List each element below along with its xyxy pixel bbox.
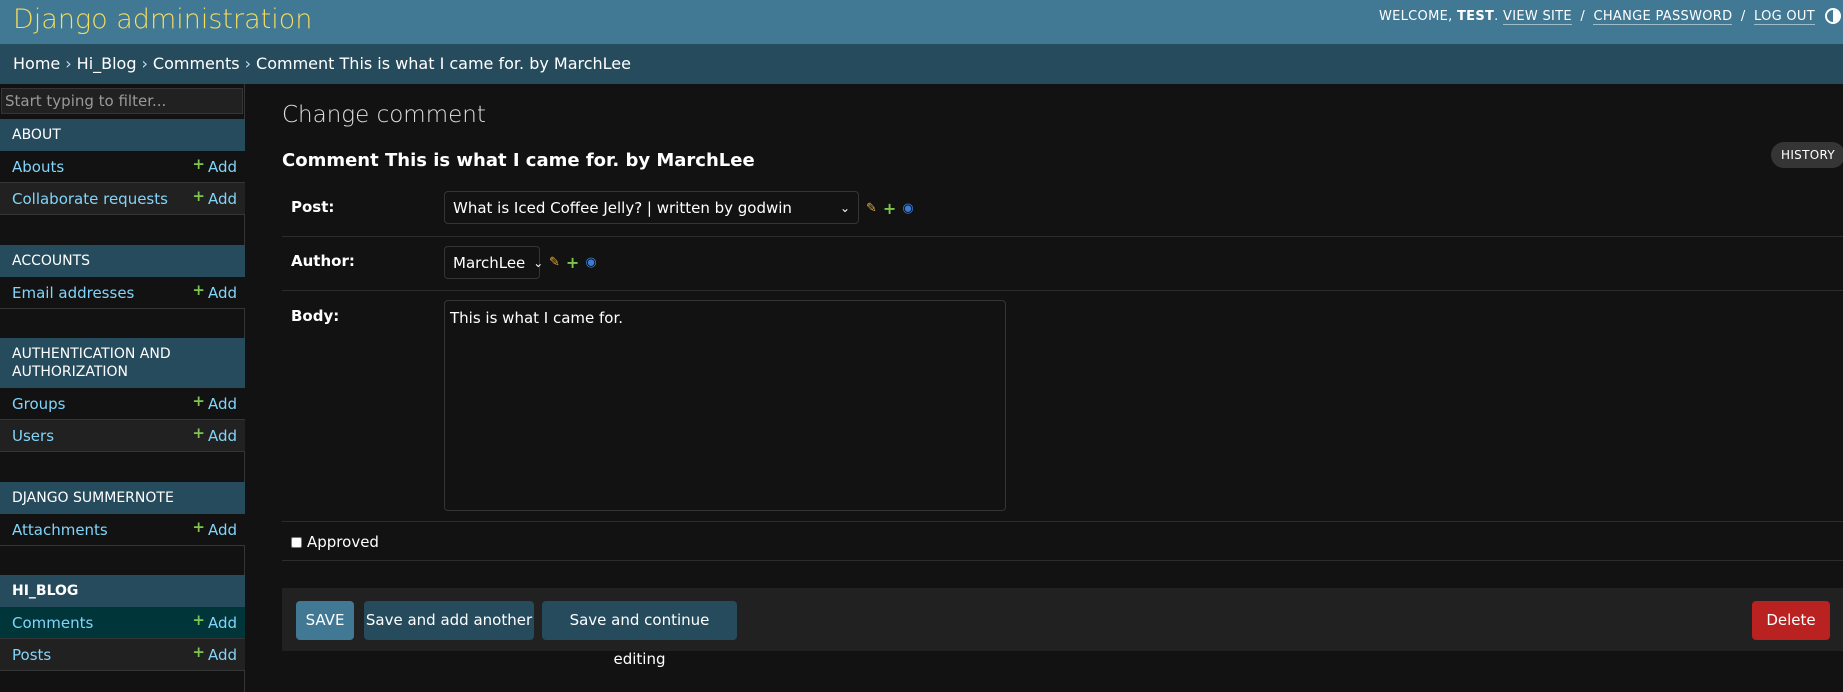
app-caption-hi-blog[interactable]: Hi_Blog: [0, 575, 245, 607]
app-caption-accounts[interactable]: Accounts: [0, 245, 245, 277]
breadcrumb-separator: ›: [141, 54, 148, 73]
add-link[interactable]: + Add: [192, 155, 237, 176]
breadcrumb-separator: ›: [244, 54, 252, 73]
add-link[interactable]: + Add: [192, 424, 237, 445]
body-label: Body:: [291, 307, 340, 325]
eye-icon[interactable]: ◉: [902, 201, 913, 216]
pencil-icon[interactable]: ✎: [866, 201, 877, 216]
add-label: Add: [207, 190, 237, 208]
add-label: Add: [207, 427, 237, 445]
add-icon: +: [192, 611, 205, 629]
add-icon: +: [192, 392, 205, 410]
approved-field: Approved: [291, 533, 379, 551]
sidebar-item-collaborate-requests: Collaborate requests + Add: [0, 183, 245, 215]
welcome-text: Welcome,: [1378, 9, 1453, 24]
separator: /: [1740, 9, 1746, 24]
breadcrumb-current: Comment This is what I came for. by Marc…: [256, 54, 631, 73]
add-link[interactable]: + Add: [192, 643, 237, 664]
eye-icon[interactable]: ◉: [585, 255, 596, 270]
post-label: Post:: [291, 198, 335, 216]
user-tools: Welcome, test. View site / Change passwo…: [1378, 9, 1815, 25]
add-label: Add: [207, 646, 237, 664]
author-select-value: MarchLee: [453, 253, 526, 272]
model-link[interactable]: Posts: [12, 646, 51, 664]
add-label: Add: [207, 158, 237, 176]
header: Django administration Welcome, test. Vie…: [0, 0, 1843, 44]
body-textarea[interactable]: This is what I came for.: [444, 300, 1006, 511]
sidebar-item-posts: Posts + Add: [0, 639, 245, 671]
sidebar-item-comments: Comments + Add: [0, 607, 245, 639]
author-related-actions: ✎ + ◉: [549, 253, 597, 272]
submit-row: Save Save and add another Save and conti…: [282, 588, 1843, 668]
save-and-continue-button[interactable]: Save and continue editing: [542, 601, 737, 668]
change-password-link[interactable]: Change password: [1593, 9, 1733, 25]
sidebar-item-users: Users + Add: [0, 420, 245, 452]
pencil-icon[interactable]: ✎: [549, 255, 560, 270]
sidebar-item-groups: Groups + Add: [0, 388, 245, 420]
model-link[interactable]: Groups: [12, 395, 65, 413]
add-link[interactable]: + Add: [192, 518, 237, 539]
add-label: Add: [207, 614, 237, 632]
add-link[interactable]: + Add: [192, 611, 237, 632]
form-row-approved: [282, 522, 1843, 561]
save-button[interactable]: Save: [296, 601, 354, 640]
author-label: Author:: [291, 252, 355, 270]
breadcrumb-home[interactable]: Home: [13, 54, 60, 73]
post-related-actions: ✎ + ◉: [866, 199, 914, 218]
add-icon: +: [192, 155, 205, 173]
model-link[interactable]: Email addresses: [12, 284, 134, 302]
chevron-down-icon: ⌄: [839, 200, 850, 215]
separator: /: [1580, 9, 1586, 24]
log-out-link[interactable]: Log out: [1753, 9, 1815, 25]
sidebar-item-abouts: Abouts + Add: [0, 151, 245, 183]
add-link[interactable]: + Add: [192, 392, 237, 413]
theme-toggle-icon[interactable]: [1825, 8, 1841, 24]
breadcrumb: Home › Hi_Blog › Comments › Comment This is wh…: [0, 44, 1843, 84]
app-caption-auth[interactable]: Authentication and Authorization: [0, 338, 245, 388]
add-icon: +: [192, 643, 205, 661]
post-select-value: What is Iced Coffee Jelly? | written by …: [453, 198, 792, 217]
breadcrumb-model[interactable]: Comments: [153, 54, 240, 73]
sidebar-item-email-addresses: Email addresses + Add: [0, 277, 245, 309]
form-row-post: Post: What is Iced Coffee Jelly? | writt…: [282, 183, 1843, 237]
add-icon[interactable]: +: [883, 199, 896, 218]
post-select[interactable]: What is Iced Coffee Jelly? | written by …: [444, 191, 859, 224]
page-title: Change comment: [282, 102, 486, 128]
model-link[interactable]: Users: [12, 427, 54, 445]
add-link[interactable]: + Add: [192, 281, 237, 302]
breadcrumb-separator: ›: [65, 54, 72, 73]
breadcrumb-app[interactable]: Hi_Blog: [77, 54, 137, 73]
username: test: [1456, 9, 1495, 24]
approved-label[interactable]: Approved: [307, 533, 379, 551]
sidebar: About Abouts +Add Collaborate requests +…: [0, 84, 245, 692]
save-and-add-another-button[interactable]: Save and add another: [364, 601, 534, 640]
nav-filter-input[interactable]: [1, 88, 243, 114]
chevron-down-icon: ⌄: [533, 255, 544, 270]
sidebar-item-attachments: Attachments + Add: [0, 514, 245, 546]
delete-button[interactable]: Delete: [1752, 601, 1830, 640]
model-link[interactable]: Collaborate requests: [12, 190, 168, 208]
author-select[interactable]: MarchLee ⌄: [444, 246, 544, 279]
history-button[interactable]: History: [1771, 142, 1843, 168]
model-link[interactable]: Comments: [12, 614, 93, 632]
app-caption-about[interactable]: About: [0, 119, 245, 151]
add-label: Add: [207, 395, 237, 413]
add-icon[interactable]: +: [566, 253, 579, 272]
add-icon: +: [192, 424, 205, 442]
app-caption-summernote[interactable]: Django Summernote: [0, 482, 245, 514]
site-branding[interactable]: Django administration: [13, 3, 312, 37]
add-icon: +: [192, 281, 205, 299]
form-row-author: Author: MarchLee ⌄ ✎ + ◉: [282, 237, 1843, 291]
add-icon: +: [192, 187, 205, 205]
add-label: Add: [207, 521, 237, 539]
approved-checkbox[interactable]: [291, 536, 302, 548]
model-link[interactable]: Abouts: [12, 158, 64, 176]
model-link[interactable]: Attachments: [12, 521, 108, 539]
add-link[interactable]: + Add: [192, 187, 237, 208]
add-label: Add: [207, 284, 237, 302]
object-title: Comment This is what I came for. by Marc…: [282, 150, 755, 171]
add-icon: +: [192, 518, 205, 536]
view-site-link[interactable]: View site: [1503, 9, 1572, 25]
